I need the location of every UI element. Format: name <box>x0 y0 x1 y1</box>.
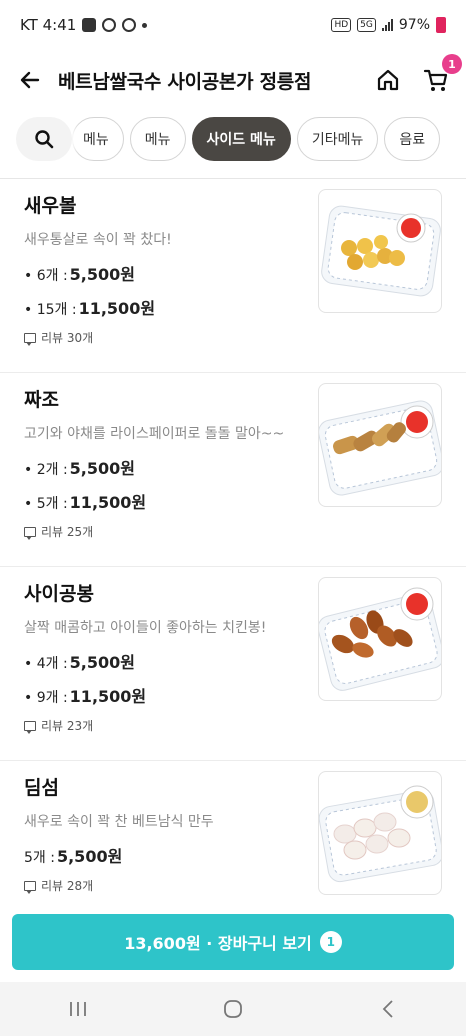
menu-item-name: 짜조 <box>24 389 59 411</box>
home-button[interactable] <box>374 66 402 94</box>
network-type: 5G <box>357 18 376 32</box>
review-count: 리뷰 25개 <box>24 523 93 540</box>
review-count-label: 리뷰 25개 <box>41 525 94 539</box>
price-value: 5,500원 <box>69 265 136 284</box>
menu-item-price-option: 5개 : 5,500원 <box>24 843 122 867</box>
recent-apps-button[interactable] <box>48 989 108 1029</box>
menu-item-photo <box>318 189 442 313</box>
review-count-label: 리뷰 28개 <box>41 879 94 893</box>
review-count: 리뷰 23개 <box>24 717 93 734</box>
tab-drinks[interactable]: 음료 <box>384 117 441 161</box>
price-qty: • 5개 : <box>24 496 68 512</box>
hd-icon: HD <box>331 18 352 32</box>
system-navigation-bar <box>0 982 466 1036</box>
wifi-call-icon <box>122 18 137 32</box>
recent-apps-icon <box>69 1002 86 1016</box>
menu-item-price-option: • 5개 : 11,500원 <box>24 489 146 513</box>
comment-icon <box>24 720 36 734</box>
menu-item-name: 새우볼 <box>24 195 77 217</box>
tab-label: 메뉴 <box>83 132 109 148</box>
review-count-label: 리뷰 30개 <box>41 331 94 345</box>
comment-icon <box>24 526 36 540</box>
price-value: 11,500원 <box>78 299 156 318</box>
review-count-label: 리뷰 23개 <box>41 719 94 733</box>
price-qty: • 6개 : <box>24 268 68 284</box>
price-qty: 5개 : <box>24 850 55 866</box>
menu-item-price-option: • 9개 : 11,500원 <box>24 683 146 707</box>
menu-item-price-option: • 2개 : 5,500원 <box>24 455 135 479</box>
menu-item-photo <box>318 771 442 895</box>
price-qty: • 4개 : <box>24 656 68 672</box>
menu-item-description: 새우통살로 속이 꽉 찼다! <box>24 232 172 248</box>
price-value: 11,500원 <box>69 687 147 706</box>
menu-item-price-option: • 4개 : 5,500원 <box>24 649 135 673</box>
comment-icon <box>24 332 36 346</box>
back-button[interactable] <box>16 66 44 94</box>
tab-label: 사이드 메뉴 <box>206 132 276 148</box>
chevron-left-icon <box>383 1000 393 1018</box>
tab-other-menu[interactable]: 기타메뉴 <box>296 117 379 161</box>
menu-item-price-option: • 6개 : 5,500원 <box>24 261 135 285</box>
comment-icon <box>24 880 36 894</box>
review-count: 리뷰 30개 <box>24 329 93 346</box>
carrier-time: KT 4:41 <box>20 16 77 34</box>
tab-label: 기타메뉴 <box>311 132 364 148</box>
tab-menu-2[interactable]: 메뉴 <box>129 117 186 161</box>
search-icon <box>35 130 54 149</box>
price-value: 5,500원 <box>69 459 136 478</box>
tab-side-menu[interactable]: 사이드 메뉴 <box>191 117 291 161</box>
store-title: 베트남쌀국수 사이공본가 정릉점 <box>58 70 312 93</box>
signal-icon <box>381 19 393 31</box>
menu-item-price-option: • 15개 : 11,500원 <box>24 295 155 319</box>
status-bar: KT 4:41 HD 5G 97% <box>0 0 466 50</box>
menu-item-name: 딤섬 <box>24 777 59 799</box>
tab-label: 음료 <box>399 132 426 148</box>
menu-item-name: 사이공봉 <box>24 583 94 605</box>
menu-item-description: 새우로 속이 꽉 찬 베트남식 만두 <box>24 814 214 830</box>
price-value: 11,500원 <box>69 493 147 512</box>
price-qty: • 2개 : <box>24 462 68 478</box>
back-nav-button[interactable] <box>358 989 418 1029</box>
gallery-icon <box>82 18 97 32</box>
price-qty: • 9개 : <box>24 690 68 706</box>
menu-item-description: 살짝 매콤하고 아이들이 좋아하는 치킨봉! <box>24 620 267 636</box>
cart-count-badge: 1 <box>442 54 462 74</box>
menu-item-photo <box>318 577 442 701</box>
menu-item-chicken-wing[interactable]: 사이공봉 살짝 매콤하고 아이들이 좋아하는 치킨봉! • 4개 : 5,500… <box>0 567 466 761</box>
menu-item-spring-roll[interactable]: 짜조 고기와 야채를 라이스페이퍼로 돌돌 말아~~ • 2개 : 5,500원… <box>0 373 466 567</box>
cart-bar-count-badge: 1 <box>319 931 342 953</box>
top-app-bar: 베트남쌀국수 사이공본가 정릉점 1 <box>0 50 466 110</box>
menu-item-photo <box>318 383 442 507</box>
more-notifications-icon <box>142 22 148 28</box>
arrow-left-icon <box>20 71 40 89</box>
view-cart-button[interactable]: 13,600원 · 장바구니 보기 1 <box>12 914 454 970</box>
cart-bar-label: 13,600원 · 장바구니 보기 <box>124 934 312 953</box>
category-tabs: 메뉴 메뉴 사이드 메뉴 기타메뉴 음료 <box>0 110 466 170</box>
instagram-icon <box>102 18 117 32</box>
menu-item-description: 고기와 야채를 라이스페이퍼로 돌돌 말아~~ <box>24 426 285 442</box>
tab-menu[interactable]: 메뉴 <box>72 117 124 161</box>
menu-item-shrimp-ball[interactable]: 새우볼 새우통살로 속이 꽉 찼다! • 6개 : 5,500원 • 15개 :… <box>0 179 466 373</box>
home-icon <box>377 69 399 91</box>
price-value: 5,500원 <box>56 847 123 866</box>
menu-search-button[interactable] <box>16 117 72 161</box>
tab-label: 메뉴 <box>144 132 171 148</box>
battery-percent: 97% <box>398 17 430 33</box>
cart-button[interactable]: 1 <box>422 54 462 94</box>
home-nav-button[interactable] <box>203 989 263 1029</box>
battery-icon <box>436 17 446 33</box>
price-qty: • 15개 : <box>24 302 77 318</box>
price-value: 5,500원 <box>69 653 136 672</box>
home-circle-icon <box>224 1000 242 1018</box>
review-count: 리뷰 28개 <box>24 877 93 894</box>
menu-list: 새우볼 새우통살로 속이 꽉 찼다! • 6개 : 5,500원 • 15개 :… <box>0 179 466 955</box>
